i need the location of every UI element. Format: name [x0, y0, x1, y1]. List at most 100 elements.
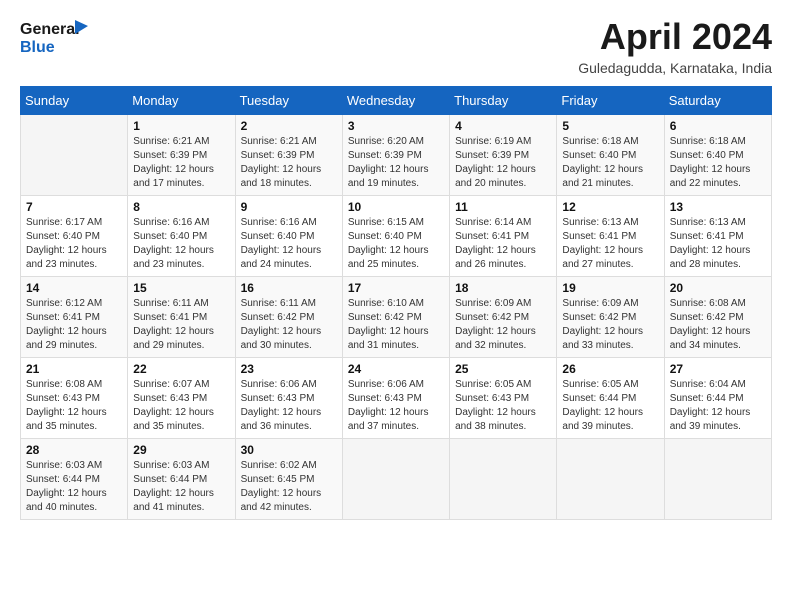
- day-number: 26: [562, 362, 658, 376]
- weekday-header-saturday: Saturday: [664, 87, 771, 115]
- day-info: Sunrise: 6:20 AM Sunset: 6:39 PM Dayligh…: [348, 135, 444, 191]
- day-info: Sunrise: 6:10 AM Sunset: 6:42 PM Dayligh…: [348, 297, 444, 353]
- day-number: 21: [26, 362, 122, 376]
- day-number: 22: [133, 362, 229, 376]
- calendar-cell: 1 Sunrise: 6:21 AM Sunset: 6:39 PM Daylig…: [128, 115, 235, 196]
- calendar-cell: 17 Sunrise: 6:10 AM Sunset: 6:42 PM Dayli…: [342, 277, 449, 358]
- day-info: Sunrise: 6:21 AM Sunset: 6:39 PM Dayligh…: [241, 135, 337, 191]
- weekday-header-row: SundayMondayTuesdayWednesdayThursdayFrid…: [21, 87, 772, 115]
- day-number: 5: [562, 119, 658, 133]
- calendar-cell: 24 Sunrise: 6:06 AM Sunset: 6:43 PM Dayli…: [342, 358, 449, 439]
- day-info: Sunrise: 6:03 AM Sunset: 6:44 PM Dayligh…: [133, 459, 229, 515]
- day-number: 12: [562, 200, 658, 214]
- calendar-cell: [342, 439, 449, 520]
- calendar-cell: 29 Sunrise: 6:03 AM Sunset: 6:44 PM Dayli…: [128, 439, 235, 520]
- weekday-header-wednesday: Wednesday: [342, 87, 449, 115]
- calendar-week-row: 21 Sunrise: 6:08 AM Sunset: 6:43 PM Dayli…: [21, 358, 772, 439]
- calendar-cell: [21, 115, 128, 196]
- day-info: Sunrise: 6:19 AM Sunset: 6:39 PM Dayligh…: [455, 135, 551, 191]
- day-number: 13: [670, 200, 766, 214]
- calendar-cell: 3 Sunrise: 6:20 AM Sunset: 6:39 PM Daylig…: [342, 115, 449, 196]
- day-number: 25: [455, 362, 551, 376]
- day-number: 11: [455, 200, 551, 214]
- logo-svg: GeneralBlue: [20, 16, 90, 56]
- calendar-cell: 14Sunrise: 6:12 AM Sunset: 6:41 PM Dayli…: [21, 277, 128, 358]
- day-number: 15: [133, 281, 229, 295]
- day-info: Sunrise: 6:11 AM Sunset: 6:41 PM Dayligh…: [133, 297, 229, 353]
- day-number: 17: [348, 281, 444, 295]
- calendar-cell: 7 Sunrise: 6:17 AM Sunset: 6:40 PM Daylig…: [21, 196, 128, 277]
- day-info: Sunrise: 6:11 AM Sunset: 6:42 PM Dayligh…: [241, 297, 337, 353]
- day-info: Sunrise: 6:15 AM Sunset: 6:40 PM Dayligh…: [348, 216, 444, 272]
- calendar-cell: [664, 439, 771, 520]
- day-info: Sunrise: 6:13 AM Sunset: 6:41 PM Dayligh…: [562, 216, 658, 272]
- day-number: 8: [133, 200, 229, 214]
- day-info: Sunrise: 6:14 AM Sunset: 6:41 PM Dayligh…: [455, 216, 551, 272]
- calendar-cell: 4 Sunrise: 6:19 AM Sunset: 6:39 PM Daylig…: [450, 115, 557, 196]
- day-info: Sunrise: 6:04 AM Sunset: 6:44 PM Dayligh…: [670, 378, 766, 434]
- svg-text:Blue: Blue: [20, 39, 55, 56]
- calendar-cell: 28 Sunrise: 6:03 AM Sunset: 6:44 PM Dayli…: [21, 439, 128, 520]
- day-number: 28: [26, 443, 122, 457]
- calendar-table: SundayMondayTuesdayWednesdayThursdayFrid…: [20, 86, 772, 520]
- svg-text:General: General: [20, 21, 80, 38]
- day-number: 24: [348, 362, 444, 376]
- day-info: Sunrise: 6:08 AM Sunset: 6:42 PM Dayligh…: [670, 297, 766, 353]
- weekday-header-thursday: Thursday: [450, 87, 557, 115]
- calendar-cell: 9 Sunrise: 6:16 AM Sunset: 6:40 PM Daylig…: [235, 196, 342, 277]
- day-info: Sunrise: 6:16 AM Sunset: 6:40 PM Dayligh…: [241, 216, 337, 272]
- day-number: 7: [26, 200, 122, 214]
- day-number: 18: [455, 281, 551, 295]
- day-number: 4: [455, 119, 551, 133]
- header: GeneralBlue April 2024 Guledagudda, Karn…: [20, 16, 772, 76]
- title-area: April 2024 Guledagudda, Karnataka, India: [578, 16, 772, 76]
- day-number: 2: [241, 119, 337, 133]
- day-info: Sunrise: 6:13 AM Sunset: 6:41 PM Dayligh…: [670, 216, 766, 272]
- calendar-cell: [557, 439, 664, 520]
- day-info: Sunrise: 6:21 AM Sunset: 6:39 PM Dayligh…: [133, 135, 229, 191]
- weekday-header-monday: Monday: [128, 87, 235, 115]
- day-number: 19: [562, 281, 658, 295]
- calendar-cell: 15 Sunrise: 6:11 AM Sunset: 6:41 PM Dayli…: [128, 277, 235, 358]
- calendar-week-row: 7 Sunrise: 6:17 AM Sunset: 6:40 PM Daylig…: [21, 196, 772, 277]
- weekday-header-tuesday: Tuesday: [235, 87, 342, 115]
- calendar-cell: 18 Sunrise: 6:09 AM Sunset: 6:42 PM Dayli…: [450, 277, 557, 358]
- day-number: 1: [133, 119, 229, 133]
- calendar-cell: 2 Sunrise: 6:21 AM Sunset: 6:39 PM Daylig…: [235, 115, 342, 196]
- day-number: 3: [348, 119, 444, 133]
- day-info: Sunrise: 6:05 AM Sunset: 6:43 PM Dayligh…: [455, 378, 551, 434]
- calendar-cell: 19Sunrise: 6:09 AM Sunset: 6:42 PM Dayli…: [557, 277, 664, 358]
- logo: GeneralBlue: [20, 16, 90, 56]
- calendar-week-row: 28 Sunrise: 6:03 AM Sunset: 6:44 PM Dayli…: [21, 439, 772, 520]
- day-info: Sunrise: 6:18 AM Sunset: 6:40 PM Dayligh…: [670, 135, 766, 191]
- day-info: Sunrise: 6:03 AM Sunset: 6:44 PM Dayligh…: [26, 459, 122, 515]
- weekday-header-sunday: Sunday: [21, 87, 128, 115]
- calendar-cell: 5Sunrise: 6:18 AM Sunset: 6:40 PM Daylig…: [557, 115, 664, 196]
- calendar-cell: 16 Sunrise: 6:11 AM Sunset: 6:42 PM Dayli…: [235, 277, 342, 358]
- day-number: 27: [670, 362, 766, 376]
- calendar-week-row: 14Sunrise: 6:12 AM Sunset: 6:41 PM Dayli…: [21, 277, 772, 358]
- calendar-cell: 30 Sunrise: 6:02 AM Sunset: 6:45 PM Dayli…: [235, 439, 342, 520]
- day-number: 9: [241, 200, 337, 214]
- calendar-cell: 10 Sunrise: 6:15 AM Sunset: 6:40 PM Dayli…: [342, 196, 449, 277]
- day-number: 6: [670, 119, 766, 133]
- day-info: Sunrise: 6:06 AM Sunset: 6:43 PM Dayligh…: [348, 378, 444, 434]
- day-number: 29: [133, 443, 229, 457]
- day-number: 10: [348, 200, 444, 214]
- calendar-cell: 21 Sunrise: 6:08 AM Sunset: 6:43 PM Dayli…: [21, 358, 128, 439]
- day-number: 16: [241, 281, 337, 295]
- day-info: Sunrise: 6:17 AM Sunset: 6:40 PM Dayligh…: [26, 216, 122, 272]
- page-subtitle: Guledagudda, Karnataka, India: [578, 60, 772, 76]
- day-info: Sunrise: 6:02 AM Sunset: 6:45 PM Dayligh…: [241, 459, 337, 515]
- day-info: Sunrise: 6:07 AM Sunset: 6:43 PM Dayligh…: [133, 378, 229, 434]
- calendar-cell: 22 Sunrise: 6:07 AM Sunset: 6:43 PM Dayli…: [128, 358, 235, 439]
- calendar-cell: 13 Sunrise: 6:13 AM Sunset: 6:41 PM Dayli…: [664, 196, 771, 277]
- calendar-cell: 27 Sunrise: 6:04 AM Sunset: 6:44 PM Dayli…: [664, 358, 771, 439]
- day-number: 20: [670, 281, 766, 295]
- day-info: Sunrise: 6:08 AM Sunset: 6:43 PM Dayligh…: [26, 378, 122, 434]
- calendar-cell: 8Sunrise: 6:16 AM Sunset: 6:40 PM Daylig…: [128, 196, 235, 277]
- page-title: April 2024: [578, 16, 772, 58]
- day-number: 30: [241, 443, 337, 457]
- day-number: 23: [241, 362, 337, 376]
- day-info: Sunrise: 6:09 AM Sunset: 6:42 PM Dayligh…: [455, 297, 551, 353]
